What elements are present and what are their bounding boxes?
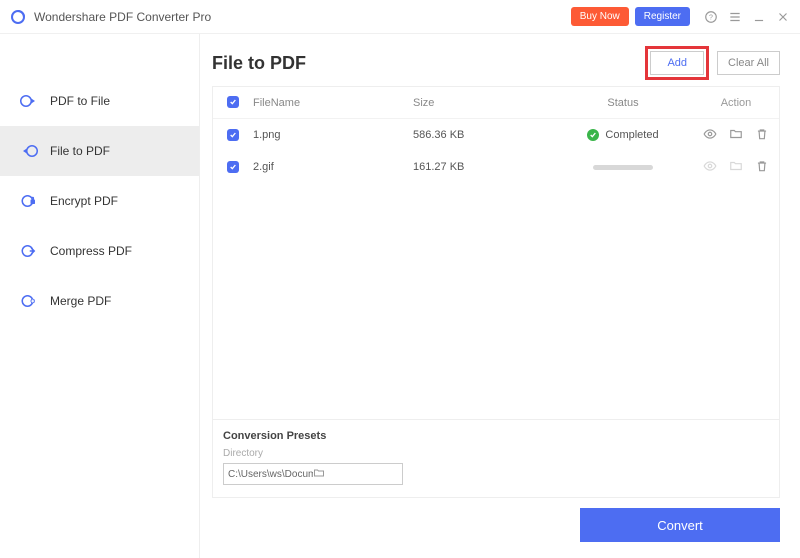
menu-icon[interactable] (728, 10, 742, 24)
buy-now-button[interactable]: Buy Now (571, 7, 629, 26)
table-row: 1.png 586.36 KB Completed (213, 119, 779, 151)
sidebar-item-label: File to PDF (50, 144, 110, 158)
compress-pdf-icon (20, 242, 38, 260)
table-header: FileName Size Status Action (213, 87, 779, 119)
directory-input[interactable]: C:\Users\ws\Documents\PDFConvert (223, 463, 403, 485)
app-title: Wondershare PDF Converter Pro (34, 10, 565, 24)
browse-folder-icon[interactable] (313, 467, 398, 482)
file-table: FileName Size Status Action 1.png 586.36… (212, 86, 780, 420)
close-icon[interactable] (776, 10, 790, 24)
main-panel: File to PDF Add Clear All FileName Size … (200, 34, 800, 558)
convert-button[interactable]: Convert (580, 508, 780, 542)
open-folder-icon[interactable] (729, 127, 743, 144)
col-status: Status (553, 97, 693, 109)
cell-filename: 2.gif (253, 161, 413, 173)
sidebar: PDF to File File to PDF Encrypt PDF Comp… (0, 34, 200, 558)
minimize-icon[interactable] (752, 10, 766, 24)
col-action: Action (693, 97, 779, 109)
delete-icon[interactable] (755, 159, 769, 176)
sidebar-item-label: Encrypt PDF (50, 194, 118, 208)
cell-status: Completed (605, 129, 658, 141)
conversion-presets: Conversion Presets Directory C:\Users\ws… (212, 420, 780, 498)
clear-all-button[interactable]: Clear All (717, 51, 780, 75)
table-row: 2.gif 161.27 KB (213, 151, 779, 183)
app-logo-icon (10, 9, 26, 25)
sidebar-item-file-to-pdf[interactable]: File to PDF (0, 126, 199, 176)
directory-value: C:\Users\ws\Documents\PDFConvert (228, 469, 313, 480)
sidebar-item-compress-pdf[interactable]: Compress PDF (0, 226, 199, 276)
sidebar-item-label: Compress PDF (50, 244, 132, 258)
col-size: Size (413, 97, 553, 109)
cell-size: 161.27 KB (413, 161, 553, 173)
cell-size: 586.36 KB (413, 129, 553, 141)
sidebar-item-label: PDF to File (50, 94, 110, 108)
directory-label: Directory (223, 448, 769, 459)
page-title: File to PDF (212, 53, 645, 74)
open-folder-icon[interactable] (729, 159, 743, 176)
add-button-highlight: Add (645, 46, 709, 80)
sidebar-item-merge-pdf[interactable]: Merge PDF (0, 276, 199, 326)
add-button[interactable]: Add (650, 51, 704, 75)
help-icon[interactable]: ? (704, 10, 718, 24)
status-progress-bar (593, 165, 653, 170)
file-to-pdf-icon (20, 142, 38, 160)
presets-title: Conversion Presets (223, 430, 769, 442)
cell-filename: 1.png (253, 129, 413, 141)
sidebar-item-pdf-to-file[interactable]: PDF to File (0, 76, 199, 126)
encrypt-pdf-icon (20, 192, 38, 210)
preview-icon[interactable] (703, 127, 717, 144)
svg-text:?: ? (709, 14, 713, 21)
register-button[interactable]: Register (635, 7, 690, 26)
sidebar-item-encrypt-pdf[interactable]: Encrypt PDF (0, 176, 199, 226)
merge-pdf-icon (20, 292, 38, 310)
delete-icon[interactable] (755, 127, 769, 144)
preview-icon[interactable] (703, 159, 717, 176)
select-all-checkbox[interactable] (227, 96, 239, 108)
row-checkbox[interactable] (227, 161, 239, 173)
pdf-to-file-icon (20, 92, 38, 110)
row-checkbox[interactable] (227, 129, 239, 141)
col-filename: FileName (253, 97, 413, 109)
sidebar-item-label: Merge PDF (50, 294, 111, 308)
status-complete-icon (587, 129, 599, 141)
titlebar: Wondershare PDF Converter Pro Buy Now Re… (0, 0, 800, 34)
